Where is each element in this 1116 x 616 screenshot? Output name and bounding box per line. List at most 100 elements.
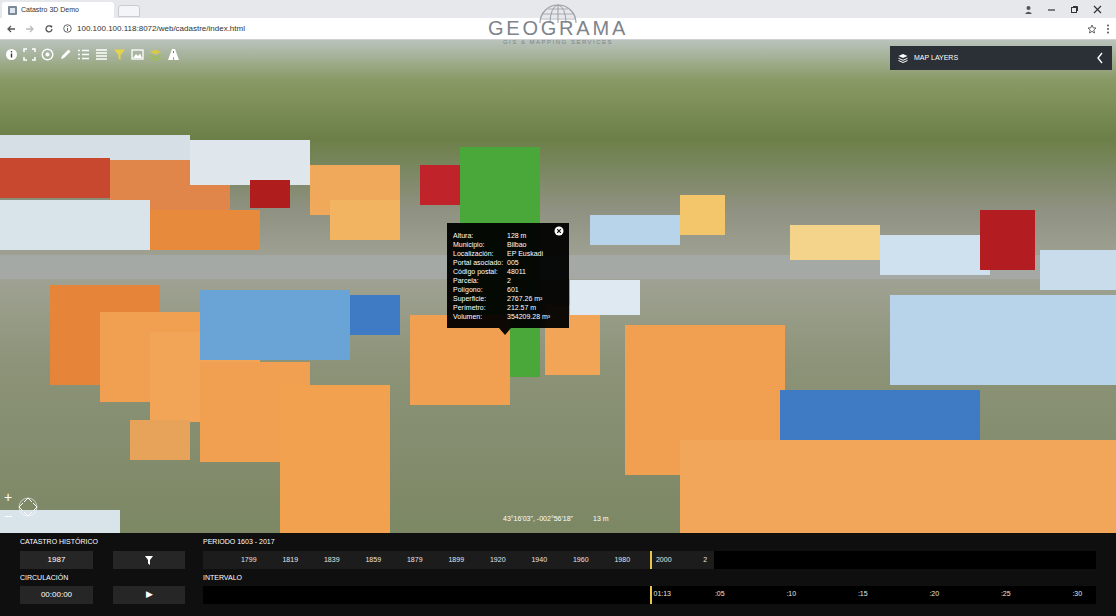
play-glyph: ▶ xyxy=(146,588,153,602)
info-icon[interactable] xyxy=(5,48,18,61)
building[interactable] xyxy=(0,510,120,533)
bookmark-star-icon[interactable] xyxy=(1087,24,1097,34)
forward-icon[interactable] xyxy=(25,24,35,34)
year-tick[interactable]: 1980 xyxy=(602,555,644,566)
building[interactable] xyxy=(680,440,1116,533)
navigation-controls: + − xyxy=(4,490,40,523)
logo-tagline: GIS & MAPPING SERVICES xyxy=(503,39,613,46)
image-icon[interactable] xyxy=(131,48,144,61)
building[interactable] xyxy=(1040,250,1116,290)
interval-tick: :30 xyxy=(1042,589,1114,600)
building[interactable] xyxy=(190,140,310,185)
site-info-icon[interactable] xyxy=(63,24,72,33)
building[interactable] xyxy=(150,210,260,250)
building[interactable] xyxy=(790,225,880,260)
time-value: 00:00:00 xyxy=(41,589,72,601)
pan-arrows-icon[interactable] xyxy=(16,492,40,522)
attribute-value: 354209.28 m³ xyxy=(507,312,563,321)
year-tick[interactable]: 1819 xyxy=(270,555,312,566)
year-tick[interactable]: 1839 xyxy=(311,555,353,566)
minimize-icon[interactable] xyxy=(1047,5,1056,14)
building[interactable] xyxy=(280,385,390,533)
fullscreen-icon[interactable] xyxy=(23,48,36,61)
popup-pointer xyxy=(499,328,511,335)
building[interactable] xyxy=(420,165,460,205)
feature-popup: Altura:128 mMunicipio:BilbaoLocalización… xyxy=(447,223,569,335)
geograma-logo: GEOGRAMA GIS & MAPPING SERVICES xyxy=(478,1,638,46)
building[interactable] xyxy=(980,210,1035,270)
building[interactable] xyxy=(680,195,725,235)
circulation-label: CIRCULACIÓN xyxy=(20,573,203,584)
map-layers-panel[interactable]: MAP LAYERS xyxy=(890,46,1112,70)
year-tick[interactable]: 2 xyxy=(685,555,715,566)
building[interactable] xyxy=(0,200,150,250)
building[interactable] xyxy=(250,180,290,208)
road-icon[interactable] xyxy=(167,48,180,61)
building[interactable] xyxy=(410,315,510,405)
filter-button[interactable] xyxy=(113,551,185,569)
filter-icon[interactable] xyxy=(113,48,126,61)
building[interactable] xyxy=(570,280,640,315)
year-field[interactable]: 1987 xyxy=(20,551,93,569)
time-field[interactable]: 00:00:00 xyxy=(20,586,93,604)
zoom-out-button[interactable]: − xyxy=(4,509,12,523)
attribute-label: Municipio: xyxy=(453,240,507,249)
user-icon[interactable] xyxy=(1024,5,1033,14)
attribute-label: Portal asociado: xyxy=(453,258,507,267)
collapse-chevron-icon[interactable] xyxy=(1096,52,1104,64)
zoom-in-button[interactable]: + xyxy=(4,490,12,504)
list-icon[interactable] xyxy=(77,48,90,61)
year-tick[interactable]: 1940 xyxy=(519,555,561,566)
attribute-label: Volumen: xyxy=(453,312,507,321)
menu-dots-icon[interactable] xyxy=(1106,24,1110,34)
year-tick[interactable]: 1960 xyxy=(560,555,602,566)
back-icon[interactable] xyxy=(6,24,16,34)
url-field[interactable]: 100.100.100.118:8072/web/cadastre/index.… xyxy=(77,23,245,35)
period-label: PERIODO 1603 - 2017 xyxy=(203,537,1096,548)
year-tick[interactable]: 1799 xyxy=(228,555,270,566)
maximize-icon[interactable] xyxy=(1070,5,1079,14)
logo-name: GEOGRAMA xyxy=(488,17,628,39)
altitude-readout: 13 m xyxy=(593,514,609,525)
reload-icon[interactable] xyxy=(44,24,54,34)
attribute-value: 212.57 m xyxy=(507,303,563,312)
interval-marker[interactable] xyxy=(650,586,652,604)
favicon-icon xyxy=(8,6,17,15)
year-tick[interactable]: 1859 xyxy=(353,555,395,566)
building[interactable] xyxy=(0,158,110,198)
browser-tab[interactable]: Catastro 3D Demo xyxy=(2,2,114,18)
pencil-icon[interactable] xyxy=(59,48,72,61)
attribute-value: EP Euskadi xyxy=(507,249,563,258)
attribute-value: 128 m xyxy=(507,231,563,240)
interval-tick: :15 xyxy=(827,589,899,600)
year-tick[interactable]: 1879 xyxy=(394,555,436,566)
target-icon[interactable] xyxy=(41,48,54,61)
building[interactable] xyxy=(890,295,1116,385)
tab-title: Catastro 3D Demo xyxy=(21,5,79,16)
building[interactable] xyxy=(330,200,400,240)
interval-tick: :05 xyxy=(684,589,756,600)
attribute-label: Polígono: xyxy=(453,285,507,294)
new-tab[interactable] xyxy=(118,5,140,17)
building[interactable] xyxy=(350,295,400,335)
interval-timeline[interactable]: :05:10:15:20:25:30 01:13 xyxy=(203,586,1096,604)
building[interactable] xyxy=(130,420,190,460)
layers-icon[interactable] xyxy=(149,48,162,61)
building[interactable] xyxy=(590,215,680,245)
year-tick[interactable]: 1899 xyxy=(436,555,478,566)
map-view[interactable]: MAP LAYERS Altura:128 mMunicipio:BilbaoL… xyxy=(0,40,1116,533)
building[interactable] xyxy=(200,290,350,360)
close-window-icon[interactable] xyxy=(1093,5,1102,14)
list-detail-icon[interactable] xyxy=(95,48,108,61)
attribute-value: 2767.26 m² xyxy=(507,294,563,303)
attribute-value: 48011 xyxy=(507,267,563,276)
timeline-panel: CATASTRO HISTÓRICO PERIODO 1603 - 2017 1… xyxy=(0,533,1116,616)
interval-tick: :25 xyxy=(970,589,1042,600)
period-timeline[interactable]: 1799181918391859187918991920194019601980… xyxy=(203,551,1096,569)
year-tick[interactable]: 1920 xyxy=(477,555,519,566)
period-marker[interactable] xyxy=(650,551,652,569)
play-button[interactable]: ▶ xyxy=(113,586,185,604)
attribute-value: 005 xyxy=(507,258,563,267)
building[interactable] xyxy=(880,235,990,275)
close-popup-icon[interactable] xyxy=(554,226,564,236)
